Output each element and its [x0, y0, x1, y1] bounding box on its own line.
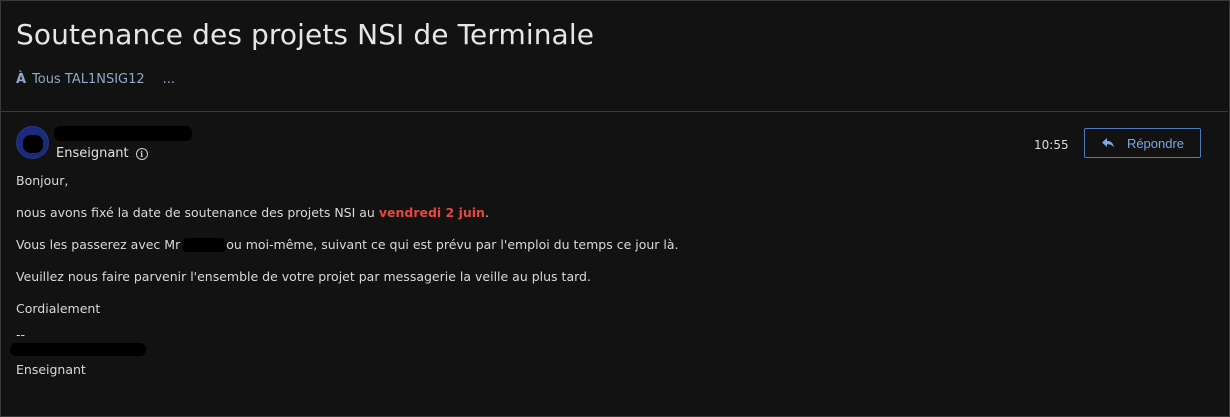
line2-text-end: ou moi-même, suivant ce qui est prévu pa… [226, 237, 679, 252]
name-redaction [182, 238, 227, 252]
body-line-2: Vous les passerez avec Mr ou moi-même, su… [16, 237, 679, 252]
recipients-prefix: À [16, 72, 27, 87]
greeting: Bonjour, [16, 173, 69, 188]
reply-button[interactable]: Répondre [1084, 128, 1201, 158]
sender-role: Enseignant i [56, 146, 148, 161]
more-recipients-button[interactable]: ... [163, 72, 175, 87]
reply-icon [1101, 138, 1114, 148]
sender-name-redaction [54, 126, 192, 141]
date-highlight: vendredi 2 juin [378, 205, 485, 220]
signature-role: Enseignant [16, 362, 86, 377]
mail-subject: Soutenance des projets NSI de Terminale [16, 18, 595, 51]
line1-end: . [484, 205, 489, 220]
message: Enseignant i 10:55 Répondre Bonjour, nous… [0, 112, 1228, 415]
reply-label: Répondre [1126, 135, 1185, 151]
message-time: 10:55 [1034, 138, 1069, 152]
info-icon[interactable]: i [135, 148, 148, 160]
sender-role-label: Enseignant [56, 146, 129, 161]
recipients-list[interactable]: Tous TAL1NSIG12 [32, 72, 145, 87]
avatar-redaction [23, 135, 43, 153]
line2-text-start: Vous les passerez avec Mr [16, 237, 181, 252]
body-line-1: nous avons fixé la date de soutenance de… [16, 205, 489, 220]
mail-header: Soutenance des projets NSI de Terminale … [0, 0, 1228, 112]
body-line-3: Veuillez nous faire parvenir l'ensemble … [16, 269, 591, 284]
avatar [16, 126, 49, 159]
signature-name-redaction [10, 343, 146, 356]
line1-text: nous avons fixé la date de soutenance de… [16, 205, 379, 220]
recipients-line: À Tous TAL1NSIG12... [16, 72, 175, 87]
closing: Cordialement [16, 301, 101, 316]
signature-dashes: -- [16, 327, 26, 342]
